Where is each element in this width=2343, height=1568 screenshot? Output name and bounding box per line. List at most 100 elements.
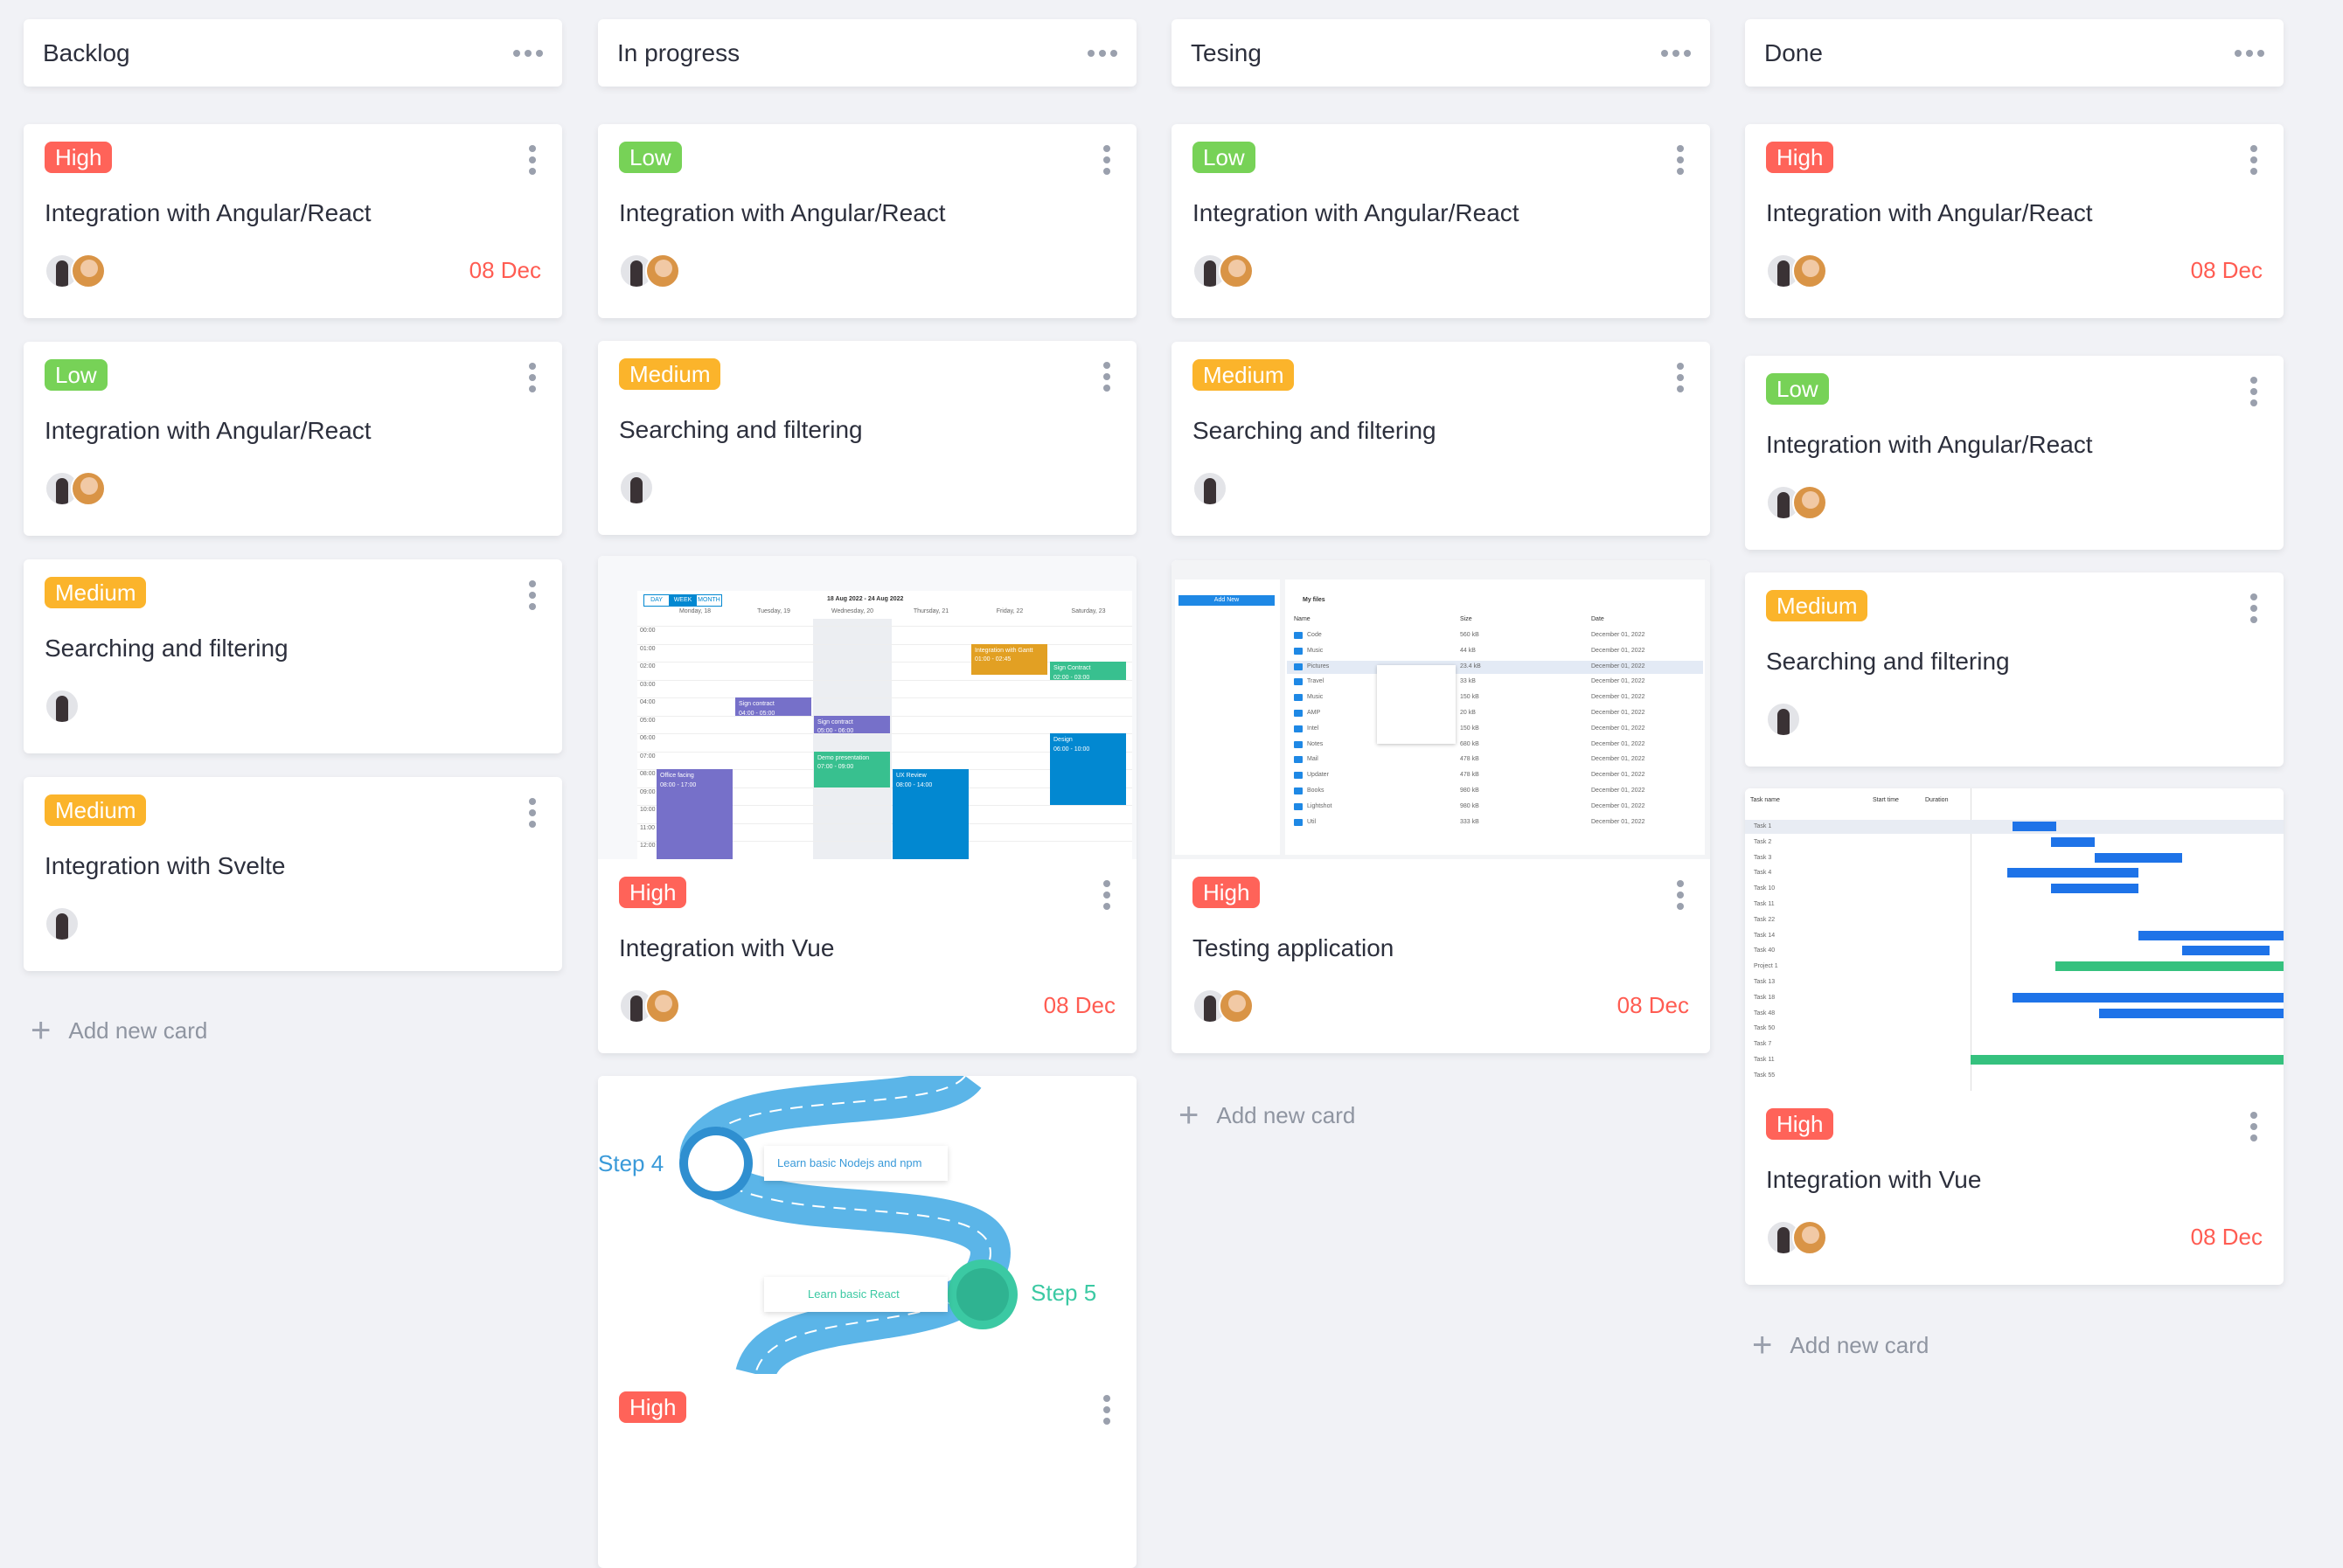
card-title: Searching and filtering xyxy=(1766,648,2010,675)
file-name: Travel xyxy=(1307,678,1324,685)
task-card[interactable]: Medium Integration with Svelte xyxy=(24,777,562,971)
folder-icon xyxy=(1294,710,1303,717)
folder-icon xyxy=(1294,802,1303,810)
calendar-event[interactable]: Demo presentation 07:00 - 09:00 xyxy=(814,751,890,787)
task-card[interactable]: Medium Searching and filtering xyxy=(1172,342,1710,536)
card-title: Integration with Angular/React xyxy=(1766,199,2093,226)
more-horizontal-icon[interactable] xyxy=(2235,49,2264,57)
more-vertical-icon[interactable] xyxy=(1677,363,1684,392)
avatar[interactable] xyxy=(71,471,106,506)
assignees xyxy=(1192,989,1254,1023)
add-new-button[interactable]: Add New xyxy=(1178,595,1275,606)
event-name: Integration with Gantt xyxy=(975,647,1033,654)
calendar-event[interactable]: Sign contract 04:00 - 05:00 xyxy=(735,697,811,716)
card-title: Searching and filtering xyxy=(619,416,863,443)
file-date: December 01, 2022 xyxy=(1591,725,1645,732)
more-vertical-icon[interactable] xyxy=(2250,145,2257,175)
view-tab[interactable]: WEEK xyxy=(670,594,696,607)
more-vertical-icon[interactable] xyxy=(2250,377,2257,406)
task-card[interactable]: DAY WEEK MONTH 18 Aug 2022 - 24 Aug 2022 Mon… xyxy=(598,556,1137,1053)
priority-badge: Low xyxy=(1766,373,1829,405)
more-vertical-icon[interactable] xyxy=(1103,145,1110,175)
avatar[interactable] xyxy=(645,989,680,1023)
more-vertical-icon[interactable] xyxy=(529,798,536,828)
more-vertical-icon[interactable] xyxy=(1103,880,1110,910)
day-header: Monday, 18 xyxy=(678,608,712,614)
avatar[interactable] xyxy=(45,689,80,724)
task-card[interactable]: Medium Searching and filtering xyxy=(1745,572,2284,767)
more-horizontal-icon[interactable] xyxy=(1088,49,1117,57)
task-card[interactable]: High Integration with Angular/React 08 D… xyxy=(24,124,562,318)
avatar[interactable] xyxy=(645,253,680,288)
more-vertical-icon[interactable] xyxy=(1677,880,1684,910)
event-name: Sign contract xyxy=(817,718,853,725)
more-vertical-icon[interactable] xyxy=(1103,362,1110,392)
more-vertical-icon[interactable] xyxy=(2250,1112,2257,1141)
avatar[interactable] xyxy=(1792,1220,1827,1255)
task-card[interactable]: Step 4 Learn basic Nodejs and npm Learn ba… xyxy=(598,1076,1137,1568)
folder-icon xyxy=(1294,663,1303,670)
file-size: 680 kB xyxy=(1460,740,1479,747)
task-card[interactable]: Add New My files Name Size Date Code 560 kB Dec… xyxy=(1172,560,1710,1053)
add-new-card-button[interactable]: + Add new card xyxy=(31,1013,207,1048)
card-title: Integration with Angular/React xyxy=(1192,199,1519,226)
gantt-column-header: Start time xyxy=(1873,797,1899,803)
priority-badge: Low xyxy=(619,142,682,173)
priority-badge: Medium xyxy=(1766,590,1868,621)
task-card[interactable]: Medium Searching and filtering xyxy=(24,559,562,753)
hour-label: 06:00 xyxy=(640,735,656,741)
avatar[interactable] xyxy=(1192,471,1227,506)
more-horizontal-icon[interactable] xyxy=(513,49,543,57)
task-card[interactable]: Task name Start time Duration Task 1 Task 2 T… xyxy=(1745,788,2284,1285)
more-horizontal-icon[interactable] xyxy=(1661,49,1691,57)
avatar[interactable] xyxy=(71,253,106,288)
file-size: 20 kB xyxy=(1460,710,1476,716)
calendar-event[interactable]: Sign contract 05:00 - 06:00 xyxy=(814,715,890,733)
avatar[interactable] xyxy=(619,470,654,505)
due-date: 08 Dec xyxy=(469,257,541,283)
task-name: Task 14 xyxy=(1754,932,1776,939)
more-vertical-icon[interactable] xyxy=(529,580,536,610)
task-card[interactable]: High Integration with Angular/React 08 D… xyxy=(1745,124,2284,318)
task-card[interactable]: Medium Searching and filtering xyxy=(598,341,1137,535)
task-card[interactable]: Low Integration with Angular/React xyxy=(1745,356,2284,550)
avatar[interactable] xyxy=(45,906,80,941)
task-name: Task 22 xyxy=(1754,916,1776,923)
folder-icon xyxy=(1294,818,1303,826)
avatar[interactable] xyxy=(1792,253,1827,288)
more-vertical-icon[interactable] xyxy=(529,145,536,175)
hour-label: 11:00 xyxy=(640,824,655,831)
hour-line xyxy=(637,626,1132,627)
view-tab[interactable]: DAY xyxy=(643,594,670,607)
more-vertical-icon[interactable] xyxy=(529,363,536,392)
card-body: Medium Searching and filtering xyxy=(1172,342,1710,536)
view-tab[interactable]: MONTH xyxy=(696,594,722,607)
avatar[interactable] xyxy=(1219,989,1254,1023)
add-new-card-button[interactable]: + Add new card xyxy=(1752,1328,1929,1363)
avatar[interactable] xyxy=(1792,485,1827,520)
avatar[interactable] xyxy=(1219,253,1254,288)
more-vertical-icon[interactable] xyxy=(1103,1395,1110,1425)
avatar[interactable] xyxy=(1766,702,1801,737)
calendar-event[interactable]: Design 06:00 - 10:00 xyxy=(1050,733,1126,805)
card-body: Medium Searching and filtering xyxy=(24,559,562,753)
hour-label: 00:00 xyxy=(640,628,656,634)
column-header: In progress xyxy=(598,19,1137,87)
card-body: Medium Searching and filtering xyxy=(1745,572,2284,767)
calendar-event[interactable]: Office facing 08:00 - 17:00 xyxy=(657,769,733,859)
more-vertical-icon[interactable] xyxy=(2250,593,2257,623)
task-card[interactable]: Low Integration with Angular/React xyxy=(598,124,1137,318)
file-size: 980 kB xyxy=(1460,802,1479,809)
file-size: 33 kB xyxy=(1460,678,1476,685)
calendar-event[interactable]: UX Review 08:00 - 14:00 xyxy=(893,769,969,859)
add-new-card-button[interactable]: + Add new card xyxy=(1178,1098,1355,1133)
calendar-event[interactable]: Integration with Gantt 01:00 - 02:45 xyxy=(971,643,1047,676)
task-card[interactable]: Low Integration with Angular/React xyxy=(1172,124,1710,318)
more-vertical-icon[interactable] xyxy=(1677,145,1684,175)
file-date: December 01, 2022 xyxy=(1591,818,1645,825)
task-name: Project 1 xyxy=(1754,963,1778,970)
calendar-event[interactable]: Sign Contract 02:00 - 03:00 xyxy=(1050,662,1126,680)
task-card[interactable]: Low Integration with Angular/React xyxy=(24,342,562,536)
add-new-card-label: Add new card xyxy=(1790,1331,1929,1358)
event-time: 08:00 - 17:00 xyxy=(660,781,697,788)
